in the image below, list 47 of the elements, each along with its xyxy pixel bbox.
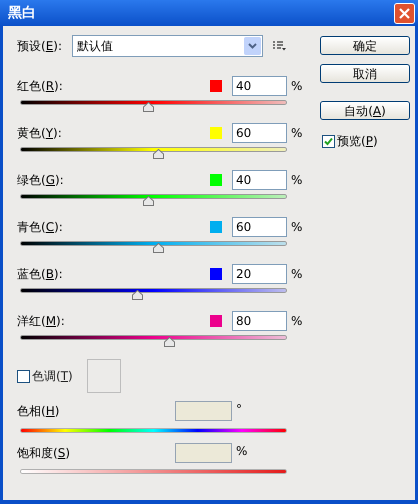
channel-label: 青色(C):: [17, 218, 64, 236]
percent-unit: %: [291, 266, 302, 282]
dialog-button[interactable]: 自动(A): [320, 101, 410, 120]
slider[interactable]: [20, 194, 287, 207]
channel-label: 黄色(Y):: [17, 124, 63, 142]
preset-value: 默认值: [77, 38, 113, 55]
close-button[interactable]: [394, 2, 415, 24]
dialog-button[interactable]: 取消: [320, 64, 410, 83]
saturation-slider-track[interactable]: [20, 469, 287, 474]
tint-color-swatch[interactable]: [87, 359, 121, 393]
tint-label: 色调(T): [32, 368, 74, 385]
channel-label: 红色(R):: [17, 78, 64, 94]
unit-label: %: [236, 443, 248, 460]
percent-input[interactable]: 60: [232, 122, 287, 142]
percent-unit: %: [291, 312, 302, 330]
percent-input[interactable]: 40: [232, 76, 287, 96]
channel-label: 洋红(M):: [17, 312, 66, 330]
tint-slider-label: 色相(H): [17, 403, 60, 420]
percent-unit: %: [291, 78, 302, 94]
value-input[interactable]: [175, 443, 232, 463]
preview-label: 预览(P): [337, 133, 378, 150]
percent-input[interactable]: 40: [232, 170, 287, 190]
slider[interactable]: [20, 241, 287, 254]
dialog-button[interactable]: 确定: [320, 36, 410, 55]
percent-input[interactable]: 80: [232, 310, 287, 330]
slider[interactable]: [20, 147, 287, 160]
unit-label: °: [236, 401, 242, 418]
percent-unit: %: [291, 218, 302, 236]
checkbox[interactable]: [322, 134, 335, 148]
channel-label: 蓝色(B):: [17, 266, 64, 282]
value-input[interactable]: [175, 401, 232, 421]
window-title: 黑白: [8, 4, 36, 22]
channel-label: 绿色(G):: [17, 172, 65, 188]
percent-input[interactable]: 20: [232, 264, 287, 284]
slider[interactable]: [20, 335, 287, 348]
percent-unit: %: [291, 124, 302, 142]
percent-input[interactable]: 60: [232, 216, 287, 236]
close-icon: [399, 8, 410, 18]
slider[interactable]: [20, 288, 287, 301]
percent-unit: %: [291, 172, 302, 188]
checkbox[interactable]: [17, 370, 30, 382]
tint-slider-label: 饱和度(S): [17, 445, 71, 462]
hue-slider-track[interactable]: [20, 428, 287, 433]
preset-dropdown[interactable]: 默认值: [72, 35, 263, 57]
preset-label: 预设(E):: [17, 38, 64, 55]
slider[interactable]: [20, 100, 287, 113]
list-menu-icon[interactable]: [273, 41, 286, 51]
